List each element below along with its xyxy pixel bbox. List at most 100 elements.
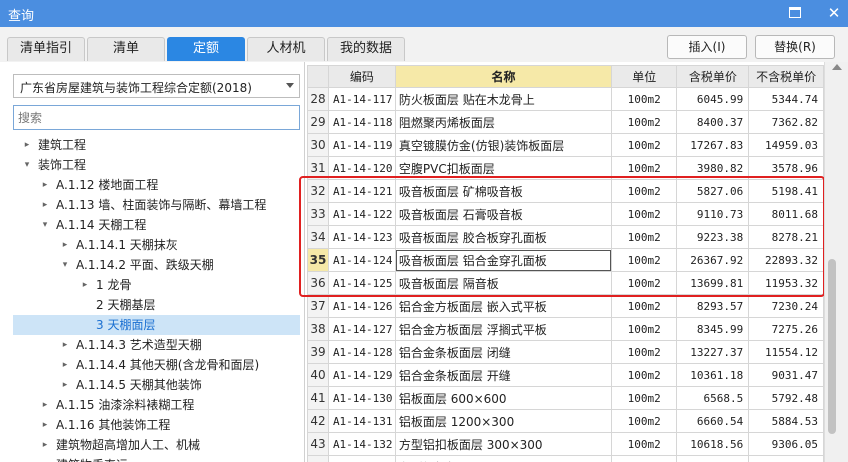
cell-name[interactable]: 吸音板面层 石膏吸音板	[394, 202, 613, 226]
header-name[interactable]: 名称	[394, 65, 613, 88]
table-row[interactable]: 35 A1-14-124 吸音板面层 铝合金穿孔面板 100m2 26367.92 228…	[307, 248, 824, 272]
cell-name[interactable]: 铝板面层 1200×300	[394, 409, 613, 433]
row-number[interactable]: 43	[307, 432, 329, 456]
expand-icon[interactable]: ▸	[60, 355, 70, 375]
cell-name[interactable]: 铝合金方板面层 浮搁式平板	[394, 317, 613, 341]
cell-unit[interactable]: 100m2	[611, 179, 678, 203]
cell-price-with-tax[interactable]: 9110.73	[676, 202, 750, 226]
cell-unit[interactable]: 100m2	[611, 294, 678, 318]
cell-code[interactable]: A1-14-127	[327, 317, 396, 341]
cell-price-with-tax[interactable]: 6045.99	[676, 87, 750, 111]
library-select[interactable]: 广东省房屋建筑与装饰工程综合定额(2018)	[13, 74, 300, 98]
tree-item[interactable]: ▸ 1 龙骨	[0, 275, 305, 295]
expand-icon[interactable]: ▸	[40, 175, 50, 195]
row-number[interactable]: 34	[307, 225, 329, 249]
cell-name[interactable]: 方型铝扣板面层 300×300	[394, 432, 613, 456]
expand-icon[interactable]: ▸	[80, 275, 90, 295]
cell-price-without-tax[interactable]: 14959.03	[748, 133, 824, 157]
expand-icon[interactable]: ▸	[60, 335, 70, 355]
expand-icon[interactable]: ▸	[60, 235, 70, 255]
table-row[interactable]: 38 A1-14-127 铝合金方板面层 浮搁式平板 100m2 8345.99 7275…	[307, 317, 824, 341]
cell-unit[interactable]: 100m2	[611, 271, 678, 295]
cell-price-without-tax[interactable]: 9306.05	[748, 432, 824, 456]
cell-code[interactable]: A1-14-126	[327, 294, 396, 318]
cell-price-without-tax[interactable]: 5198.41	[748, 179, 824, 203]
cell-name[interactable]: 防火板面层 贴在木龙骨上	[394, 87, 613, 111]
table-row[interactable]: 31 A1-14-120 空腹PVC扣板面层 100m2 3980.82 3578.96	[307, 156, 824, 180]
cell-code[interactable]: A1-14-119	[327, 133, 396, 157]
cell-price-with-tax[interactable]	[676, 455, 750, 462]
cell-unit[interactable]: 100m2	[611, 455, 678, 462]
row-number[interactable]: 38	[307, 317, 329, 341]
table-row[interactable]: 43 A1-14-132 方型铝扣板面层 300×300 100m2 10618.56 9…	[307, 432, 824, 456]
cell-code[interactable]: A1-14-132	[327, 432, 396, 456]
close-icon[interactable]: ✕	[824, 3, 844, 23]
table-row[interactable]: 39 A1-14-128 铝合金条板面层 闭缝 100m2 13227.37 11554.…	[307, 340, 824, 364]
row-number[interactable]: 29	[307, 110, 329, 134]
cell-unit[interactable]: 100m2	[611, 225, 678, 249]
table-row[interactable]: 44A1-14-133条型铝扣板面层100m2	[307, 455, 824, 462]
cell-price-without-tax[interactable]: 7230.24	[748, 294, 824, 318]
tab-labor-material-machine[interactable]: 人材机	[247, 37, 325, 61]
cell-unit[interactable]: 100m2	[611, 386, 678, 410]
tree-item[interactable]: ▸ A.1.14.1 天棚抹灰	[0, 235, 305, 255]
tree-item[interactable]: ▸ A.1.13 墙、柱面装饰与隔断、幕墙工程	[0, 195, 305, 215]
cell-code[interactable]: A1-14-129	[327, 363, 396, 387]
collapse-icon[interactable]: ▾	[60, 255, 70, 275]
expand-icon[interactable]: ▸	[40, 195, 50, 215]
expand-icon[interactable]: ▸	[40, 395, 50, 415]
table-row[interactable]: 29 A1-14-118 阻燃聚丙烯板面层 100m2 8400.37 7362.82	[307, 110, 824, 134]
table-row[interactable]: 42 A1-14-131 铝板面层 1200×300 100m2 6660.54 5884…	[307, 409, 824, 433]
cell-price-with-tax[interactable]: 8400.37	[676, 110, 750, 134]
header-price-with-tax[interactable]: 含税单价	[676, 65, 750, 88]
tab-bill[interactable]: 清单	[87, 37, 165, 61]
vertical-scrollbar[interactable]	[824, 62, 848, 462]
cell-code[interactable]: A1-14-118	[327, 110, 396, 134]
tab-quota[interactable]: 定额	[167, 37, 245, 61]
cell-unit[interactable]: 100m2	[611, 156, 678, 180]
cell-unit[interactable]: 100m2	[611, 133, 678, 157]
row-number[interactable]: 36	[307, 271, 329, 295]
cell-price-with-tax[interactable]: 3980.82	[676, 156, 750, 180]
cell-name[interactable]: 空腹PVC扣板面层	[394, 156, 613, 180]
row-number[interactable]: 32	[307, 179, 329, 203]
tree-item[interactable]: ▸ A.1.14.5 天棚其他装饰	[0, 375, 305, 395]
cell-name[interactable]: 铝板面层 600×600	[394, 386, 613, 410]
cell-name[interactable]: 吸音板面层 胶合板穿孔面板	[394, 225, 613, 249]
expand-icon[interactable]: ▸	[40, 435, 50, 455]
cell-price-without-tax[interactable]: 5344.74	[748, 87, 824, 111]
cell-code[interactable]: A1-14-121	[327, 179, 396, 203]
cell-price-with-tax[interactable]: 10618.56	[676, 432, 750, 456]
collapse-icon[interactable]: ▾	[22, 155, 32, 175]
cell-code[interactable]: A1-14-125	[327, 271, 396, 295]
cell-name[interactable]: 吸音板面层 铝合金穿孔面板	[394, 248, 613, 272]
row-number[interactable]: 31	[307, 156, 329, 180]
header-unit[interactable]: 单位	[611, 65, 678, 88]
cell-price-without-tax[interactable]: 5884.53	[748, 409, 824, 433]
cell-price-without-tax[interactable]: 5792.48	[748, 386, 824, 410]
tab-my-data[interactable]: 我的数据	[327, 37, 405, 61]
cell-price-without-tax[interactable]: 7275.26	[748, 317, 824, 341]
tree-item[interactable]: ▸ A.1.14.3 艺术造型天棚	[0, 335, 305, 355]
cell-price-with-tax[interactable]: 26367.92	[676, 248, 750, 272]
cell-unit[interactable]: 100m2	[611, 87, 678, 111]
table-row[interactable]: 33 A1-14-122 吸音板面层 石膏吸音板 100m2 9110.73 8011.6…	[307, 202, 824, 226]
scroll-up-icon[interactable]	[832, 64, 842, 70]
expand-icon[interactable]: ▸	[40, 455, 50, 462]
cell-price-with-tax[interactable]: 13699.81	[676, 271, 750, 295]
tree-item[interactable]: ▸ 建筑物超高增加人工、机械	[0, 435, 305, 455]
row-number[interactable]: 35	[307, 248, 329, 272]
cell-price-with-tax[interactable]: 10361.18	[676, 363, 750, 387]
cell-unit[interactable]: 100m2	[611, 432, 678, 456]
header-code[interactable]: 编码	[327, 65, 396, 88]
cell-unit[interactable]: 100m2	[611, 340, 678, 364]
cell-price-with-tax[interactable]: 17267.83	[676, 133, 750, 157]
maximize-icon[interactable]	[789, 7, 801, 18]
tree-item[interactable]: ▸ 建筑物垂直运	[0, 455, 305, 462]
cell-name[interactable]: 真空镀膜仿金(仿银)装饰板面层	[394, 133, 613, 157]
cell-unit[interactable]: 100m2	[611, 248, 678, 272]
cell-price-without-tax[interactable]: 11554.12	[748, 340, 824, 364]
table-row[interactable]: 32 A1-14-121 吸音板面层 矿棉吸音板 100m2 5827.06 5198.4…	[307, 179, 824, 203]
tree-item[interactable]: ▸ A.1.16 其他装饰工程	[0, 415, 305, 435]
tree-item[interactable]: ▸ A.1.15 油漆涂料裱糊工程	[0, 395, 305, 415]
